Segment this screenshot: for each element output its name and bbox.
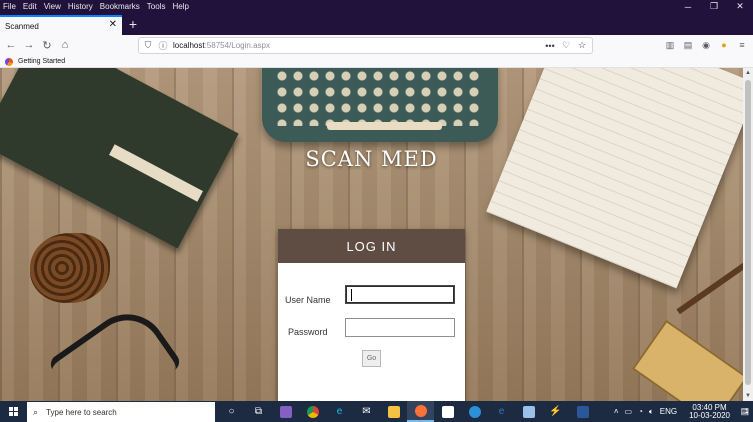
typewriter-image bbox=[262, 68, 498, 142]
menu-edit[interactable]: Edit bbox=[20, 0, 41, 13]
star-icon[interactable]: ☆ bbox=[576, 39, 588, 52]
text-caret bbox=[351, 289, 352, 301]
network-icon[interactable]: ◔ bbox=[638, 407, 643, 416]
windows-icon bbox=[9, 407, 18, 416]
start-button[interactable] bbox=[0, 401, 27, 422]
internet-explorer-icon[interactable]: e bbox=[326, 401, 353, 422]
url-bar[interactable]: ⛉ ⓘ localhost:58754/Login.aspx ••• ♡ ☆ bbox=[138, 37, 593, 54]
search-icon: ⌕ bbox=[33, 406, 39, 417]
go-button[interactable]: Go bbox=[362, 350, 381, 367]
firefox-taskbar-icon[interactable] bbox=[407, 401, 434, 422]
visual-studio-code-icon[interactable]: ⚡ bbox=[542, 401, 569, 422]
tab-title: Scanmed bbox=[5, 21, 39, 31]
pencil-image bbox=[676, 257, 743, 315]
battery-icon[interactable]: ▭ bbox=[625, 407, 633, 416]
scroll-up-icon[interactable]: ▲ bbox=[743, 68, 753, 78]
menu-bar: File Edit View History Bookmarks Tools H… bbox=[0, 0, 753, 13]
tab-scanmed[interactable]: Scanmed ✕ bbox=[0, 15, 122, 35]
app-icon-2[interactable] bbox=[515, 401, 542, 422]
home-icon[interactable]: ⌂ bbox=[58, 38, 72, 52]
notebook-image bbox=[486, 68, 743, 289]
login-heading: LOG IN bbox=[278, 229, 465, 263]
url-path: :58754/Login.aspx bbox=[204, 41, 270, 50]
taskbar-search[interactable]: ⌕ Type here to search bbox=[27, 402, 215, 422]
app-icon[interactable] bbox=[461, 401, 488, 422]
chevron-up-icon[interactable]: ˄ bbox=[614, 407, 619, 416]
word-icon[interactable] bbox=[569, 401, 596, 422]
info-icon[interactable]: ⓘ bbox=[157, 40, 169, 52]
brand-title: SCAN MED bbox=[305, 147, 438, 171]
glasses-image bbox=[47, 298, 183, 401]
menu-history[interactable]: History bbox=[65, 0, 97, 13]
library-icon[interactable]: ▥ bbox=[663, 38, 677, 52]
pencil-box-image bbox=[631, 319, 743, 401]
password-input[interactable] bbox=[345, 318, 455, 337]
menu-file[interactable]: File bbox=[0, 0, 20, 13]
language-indicator[interactable]: ENG bbox=[660, 407, 677, 416]
reload-icon[interactable]: ↻ bbox=[40, 38, 54, 52]
scrollbar-thumb[interactable] bbox=[745, 80, 751, 385]
taskbar: ⌕ Type here to search ○ ⧉ e ✉ e ⚡ ˄ ▭ ◔ … bbox=[0, 401, 753, 422]
cortana-icon[interactable]: ○ bbox=[218, 401, 245, 422]
extension-icon[interactable]: ● bbox=[717, 38, 731, 52]
typewriter-keys bbox=[274, 68, 484, 126]
task-view-icon[interactable]: ⧉ bbox=[245, 401, 272, 422]
restore-icon[interactable]: ❐ bbox=[701, 0, 727, 13]
url-host: localhost bbox=[173, 41, 205, 50]
menu-icon[interactable]: ≡ bbox=[735, 38, 749, 52]
close-tab-icon[interactable]: ✕ bbox=[109, 19, 117, 30]
page-content: SCAN MED LOG IN User Name Password Go bbox=[0, 68, 743, 401]
pinecone-image bbox=[30, 233, 110, 303]
page-scrollbar[interactable]: ▲ ▼ bbox=[743, 68, 753, 401]
firefox-icon bbox=[5, 57, 13, 66]
visual-studio-icon[interactable] bbox=[272, 401, 299, 422]
pocket-icon[interactable]: ♡ bbox=[560, 39, 572, 52]
bookmark-getting-started[interactable]: Getting Started bbox=[18, 58, 65, 65]
file-explorer-icon[interactable] bbox=[380, 401, 407, 422]
login-card: LOG IN User Name Password Go bbox=[278, 229, 465, 401]
clock[interactable]: 03:40 PM 10-03-2020 bbox=[686, 403, 733, 420]
menu-help[interactable]: Help bbox=[169, 0, 192, 13]
password-label: Password bbox=[288, 327, 328, 337]
shield-icon[interactable]: ⛉ bbox=[142, 40, 154, 52]
chrome-icon[interactable] bbox=[299, 401, 326, 422]
nav-bar: ← → ↻ ⌂ ⛉ ⓘ localhost:58754/Login.aspx •… bbox=[0, 35, 753, 56]
more-icon[interactable]: ••• bbox=[544, 39, 556, 52]
forward-arrow-icon[interactable]: → bbox=[22, 38, 36, 52]
typewriter-spacebar bbox=[327, 122, 442, 130]
scroll-down-icon[interactable]: ▼ bbox=[743, 391, 753, 401]
edge-icon[interactable]: e bbox=[488, 401, 515, 422]
menu-view[interactable]: View bbox=[41, 0, 65, 13]
bookmarks-toolbar: Getting Started bbox=[0, 56, 753, 68]
close-window-icon[interactable]: ✕ bbox=[727, 0, 753, 13]
notification-icon[interactable]: ▤ 1 bbox=[739, 401, 753, 422]
menu-tools[interactable]: Tools bbox=[144, 0, 170, 13]
new-tab-icon[interactable]: + bbox=[126, 15, 140, 33]
username-input[interactable] bbox=[345, 285, 455, 304]
clock-date: 10-03-2020 bbox=[689, 410, 730, 420]
minimize-icon[interactable]: ─ bbox=[675, 0, 701, 13]
sidebar-icon[interactable]: ▤ bbox=[681, 38, 695, 52]
username-label: User Name bbox=[285, 295, 331, 305]
url-text[interactable]: localhost:58754/Login.aspx bbox=[173, 41, 270, 50]
menu-bookmarks[interactable]: Bookmarks bbox=[97, 0, 144, 13]
search-placeholder: Type here to search bbox=[46, 407, 117, 417]
mail-icon[interactable]: ✉ bbox=[353, 401, 380, 422]
volume-icon[interactable]: 🔈︎ bbox=[649, 407, 654, 417]
account-icon[interactable]: ◉ bbox=[699, 38, 713, 52]
notification-count: 1 bbox=[745, 408, 749, 415]
back-arrow-icon[interactable]: ← bbox=[4, 38, 18, 52]
system-tray: ˄ ▭ ◔ 🔈︎ ENG 03:40 PM 10-03-2020 ▤ 1 bbox=[611, 401, 753, 422]
store-icon[interactable] bbox=[434, 401, 461, 422]
tab-strip: Scanmed ✕ + bbox=[0, 13, 753, 35]
